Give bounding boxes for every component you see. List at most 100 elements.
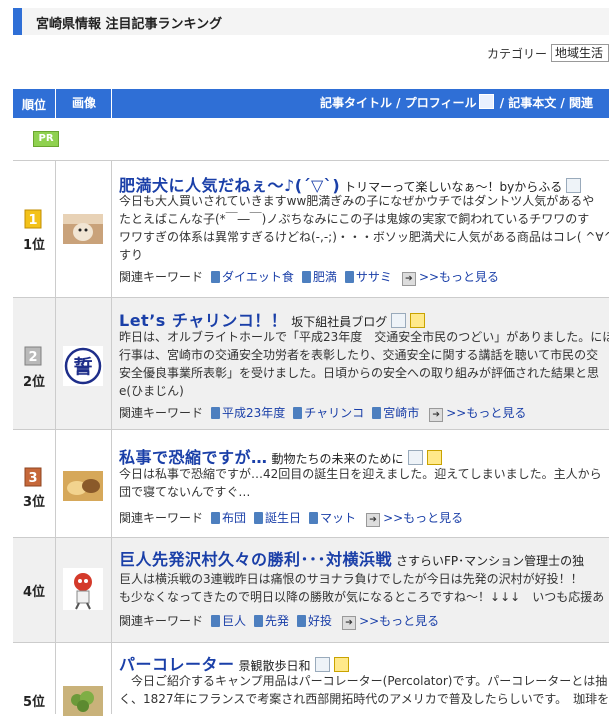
- rank-label: 3位: [22, 495, 46, 510]
- rank-cell: 1 1位: [13, 160, 56, 297]
- profile-icon[interactable]: [314, 657, 330, 672]
- keyword-link[interactable]: 好投: [297, 614, 332, 628]
- svg-text:1: 1: [28, 213, 37, 228]
- article-excerpt: 今日も大人買いされていきますww肥満ぎみの子になぜかウチではダントツ人気があるや…: [119, 192, 609, 264]
- bronze-medal-icon: 3: [24, 467, 42, 487]
- blog-name-link[interactable]: さすらいFP･マンション管理士の独: [396, 554, 584, 568]
- more-link[interactable]: >>もっと見る: [366, 511, 463, 525]
- keyword-link[interactable]: 宮崎市: [372, 406, 419, 420]
- keyword-link[interactable]: チャリンコ: [293, 406, 364, 420]
- related-keywords: 関連キーワード布団誕生日マット >>もっと見る: [119, 509, 463, 527]
- ranking-row: 1 1位 肥満犬に人気だねぇ～♪(´▽`) トリマーって楽しいなぁ～！byからふる…: [13, 160, 609, 298]
- excerpt-line: 巨人は横浜戦の3連戦昨日は痛恨のサヨナラ負けでしたが今日は先発の沢村が好投！！: [119, 572, 583, 586]
- rank-label: 5位: [22, 695, 46, 710]
- keyword-label: 関連キーワード: [119, 614, 204, 628]
- ranking-row: 4位 巨人先発沢村久々の勝利･･･対横浜戦 さすらいFP･マンション管理士の独 巨…: [13, 538, 609, 643]
- blog-name-link[interactable]: 動物たちの未来のために: [272, 452, 404, 466]
- profile-icon[interactable]: [407, 450, 423, 465]
- keyword-link[interactable]: 平成23年度: [211, 406, 285, 420]
- pledge-seal-thumbnail[interactable]: 誓: [63, 346, 103, 386]
- excerpt-line: たとえばこんな子(*￣―￣)ノぷちなみにこの子は鬼嫁の実家で飼われているチワワの…: [119, 212, 590, 226]
- rank-cell: 4位: [13, 538, 56, 642]
- category-filter: カテゴリー 地域生活: [487, 42, 609, 64]
- rank-label: 2位: [22, 375, 46, 390]
- more-link[interactable]: >>もっと見る: [429, 406, 526, 420]
- excerpt-line: も少なくなってきたので明日以降の勝敗が気になるところですね～！↓↓↓ いつも応援…: [119, 590, 605, 604]
- pr-row: PR: [13, 118, 609, 161]
- profile-icon[interactable]: [391, 313, 407, 328]
- header-rank: 順位: [21, 98, 46, 112]
- article-excerpt: 今日は私事で恐縮ですが…42回目の誕生日を迎えました。迎えてしまいました。主人か…: [119, 465, 609, 501]
- more-link[interactable]: >>もっと見る: [342, 614, 439, 628]
- excerpt-line: 今日も大人買いされていきますww肥満ぎみの子になぜかウチではダントツ人気があるや: [119, 194, 595, 208]
- keyword-label: 関連キーワード: [119, 511, 204, 525]
- article-excerpt: 今日ご紹介するキャンプ用品はパーコレーター(Percolator)です。パーコレ…: [119, 672, 609, 708]
- excerpt-line: 団で寝てないんですぐ…: [119, 485, 251, 499]
- mascot-thumbnail[interactable]: [63, 568, 103, 610]
- keyword-link[interactable]: 先発: [254, 614, 289, 628]
- article-body: 肥満犬に人気だねぇ～♪(´▽`) トリマーって楽しいなぁ～！byからふる 今日も大…: [119, 160, 609, 297]
- header-body-related: / 記事本文 / 関連: [499, 96, 593, 110]
- table-header: 順位 画像 記事タイトル / プロフィール / 記事本文 / 関連: [13, 89, 609, 118]
- article-excerpt: 昨日は、オルブライトホールで「平成23年度 交通安全市民のつどい」がありました。…: [119, 328, 609, 400]
- keyword-link[interactable]: 誕生日: [254, 511, 301, 525]
- more-link[interactable]: >>もっと見る: [402, 270, 499, 284]
- pets-thumbnail[interactable]: [63, 471, 103, 501]
- rank-cell: 3 3位: [13, 430, 56, 537]
- rank-cell: 2 2位: [13, 298, 56, 429]
- article-title-line: 巨人先発沢村久々の勝利･･･対横浜戦 さすらいFP･マンション管理士の独: [119, 546, 584, 570]
- category-label: カテゴリー: [486, 46, 547, 61]
- excerpt-line: く、1827年にフランスで考案され西部開拓時代のアメリカで普及したらしいです。 …: [119, 692, 609, 706]
- ranking-row: 2 2位 誓 Let’s チャリンコ！！ 坂下組社員ブログ 昨日は、オルブライトホ…: [13, 298, 609, 430]
- excerpt-line: e(ひまじん): [119, 384, 184, 398]
- keyword-link[interactable]: 肥満: [302, 270, 337, 284]
- related-keywords: 関連キーワード巨人先発好投 >>もっと見る: [119, 612, 439, 630]
- keyword-link[interactable]: ササミ: [345, 270, 392, 284]
- excerpt-line: すり: [119, 248, 144, 262]
- article-body: 私事で恐縮ですが… 動物たちの未来のために 今日は私事で恐縮ですが…42回目の誕生…: [119, 430, 609, 537]
- keyword-label: 関連キーワード: [119, 406, 204, 420]
- star-icon[interactable]: [410, 313, 426, 328]
- image-cell: [55, 430, 112, 537]
- excerpt-line: 今日は私事で恐縮ですが…42回目の誕生日を迎えました。迎えてしまいました。主人か…: [119, 467, 602, 481]
- ranking-row: 3 3位 私事で恐縮ですが… 動物たちの未来のために 今日は私事で恐縮ですが…42…: [13, 430, 609, 538]
- star-icon[interactable]: [333, 657, 349, 672]
- gold-medal-icon: 1: [24, 209, 42, 229]
- image-cell: [55, 538, 112, 642]
- keyword-label: 関連キーワード: [119, 270, 204, 284]
- article-body: パーコレーター 景観散歩日和 今日ご紹介するキャンプ用品はパーコレーター(Perc…: [119, 643, 609, 714]
- excerpt-line: 安全優良事業所表彰」を受けました。日頃からの安全への取り組みが評価された結果と思: [119, 366, 600, 380]
- article-title-link[interactable]: 巨人先発沢村久々の勝利･･･対横浜戦: [119, 550, 392, 569]
- header-title-profile: 記事タイトル / プロフィール: [320, 96, 477, 110]
- keyword-link[interactable]: 布団: [211, 511, 246, 525]
- svg-text:誓: 誓: [73, 355, 92, 378]
- blog-name-link[interactable]: 坂下組社員ブログ: [291, 315, 387, 329]
- rank-label: 1位: [22, 238, 46, 253]
- keyword-link[interactable]: ダイエット食: [211, 270, 294, 284]
- percolator-thumbnail[interactable]: [63, 686, 103, 716]
- excerpt-line: ワワすぎの体系は異常すぎるけどね(-,-;)・・・ボソッ肥満犬に人気がある商品は…: [119, 230, 609, 244]
- silver-medal-icon: 2: [24, 346, 42, 366]
- image-cell: [55, 160, 112, 297]
- article-excerpt: 巨人は横浜戦の3連戦昨日は痛恨のサヨナラ負けでしたが今日は先発の沢村が好投！！ …: [119, 570, 609, 606]
- star-icon[interactable]: [426, 450, 442, 465]
- category-select[interactable]: 地域生活: [551, 44, 609, 62]
- ranking-title-bar: 宮崎県情報 注目記事ランキング: [13, 8, 609, 35]
- dog-thumbnail[interactable]: [63, 214, 103, 244]
- pr-badge[interactable]: PR: [33, 131, 59, 147]
- header-columns: 記事タイトル / プロフィール / 記事本文 / 関連: [111, 89, 609, 118]
- related-keywords: 関連キーワードダイエット食肥満ササミ >>もっと見る: [119, 268, 499, 286]
- excerpt-line: 行事は、宮崎市の交通安全功労者を表彰したり、交通安全に関する講話を聴いて市民の交: [119, 348, 599, 362]
- svg-text:2: 2: [28, 350, 37, 365]
- header-image: 画像: [55, 89, 112, 118]
- profile-icon[interactable]: [566, 178, 582, 193]
- blog-name-link[interactable]: 景観散歩日和: [239, 659, 311, 673]
- excerpt-line: 今日ご紹介するキャンプ用品はパーコレーター(Percolator)です。パーコレ…: [119, 674, 608, 688]
- profile-icon: [478, 94, 494, 109]
- keyword-link[interactable]: 巨人: [211, 614, 246, 628]
- article-body: 巨人先発沢村久々の勝利･･･対横浜戦 さすらいFP･マンション管理士の独 巨人は横…: [119, 538, 609, 642]
- keyword-link[interactable]: マット: [309, 511, 356, 525]
- related-keywords: 関連キーワード平成23年度チャリンコ宮崎市 >>もっと見る: [119, 404, 526, 422]
- excerpt-line: 昨日は、オルブライトホールで「平成23年度 交通安全市民のつどい」がありました。…: [119, 330, 609, 344]
- page-title: 宮崎県情報 注目記事ランキング: [36, 17, 223, 32]
